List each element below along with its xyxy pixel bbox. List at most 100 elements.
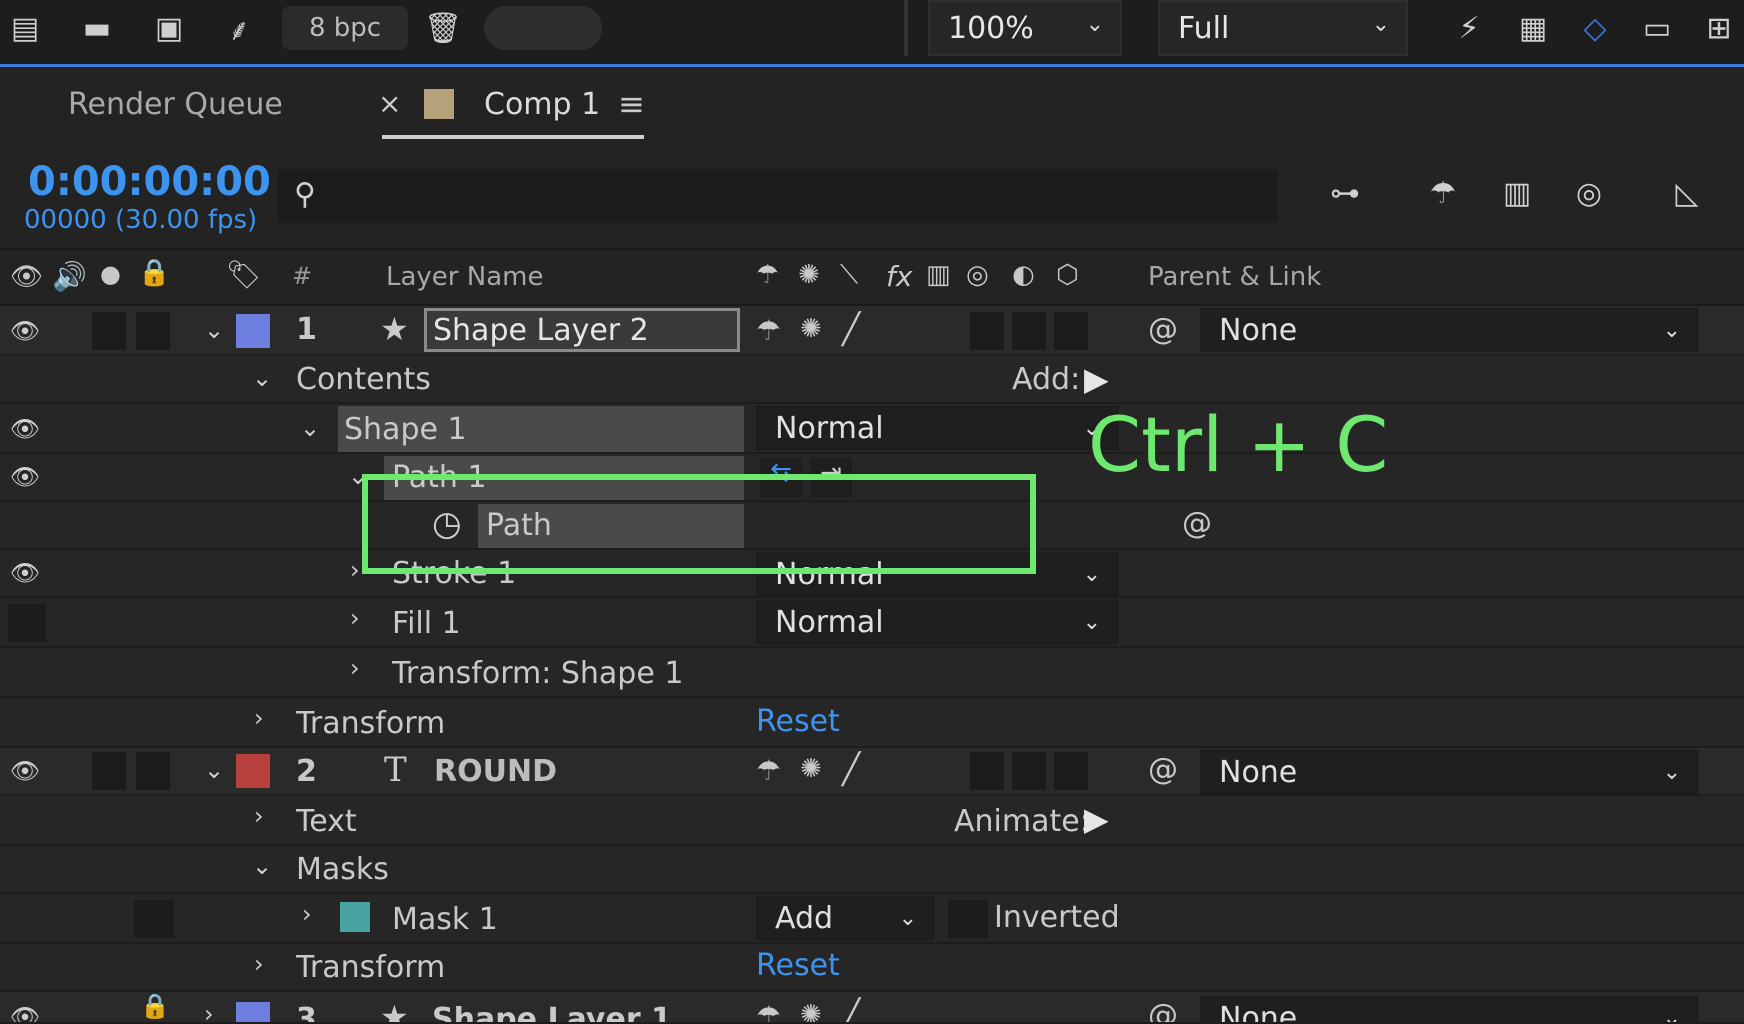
fast-preview-icon[interactable]: ⚡ bbox=[1446, 6, 1492, 50]
shape-blend-mode-dropdown[interactable]: Normal ⌄ bbox=[756, 406, 1118, 450]
inverted-checkbox[interactable] bbox=[948, 900, 988, 938]
chevron-down-icon[interactable]: ⌄ bbox=[252, 852, 272, 880]
frame-blend-switch-icon[interactable]: ▥ bbox=[926, 260, 951, 290]
shy-switch-icon[interactable]: ☂ bbox=[756, 1000, 781, 1022]
layer-1-transform-row[interactable]: › Transform Reset bbox=[0, 698, 1744, 748]
eye-icon[interactable]: 👁 bbox=[8, 556, 42, 590]
pick-whip-icon[interactable]: @ bbox=[1148, 998, 1178, 1022]
fill-1-row[interactable]: › Fill 1 Normal ⌄ bbox=[0, 598, 1744, 648]
layer-2-transform-row[interactable]: › Transform Reset bbox=[0, 944, 1744, 992]
toggle-pill[interactable] bbox=[484, 6, 602, 50]
eye-icon[interactable]: 👁 bbox=[8, 754, 42, 788]
feather-icon[interactable]: ⸙ bbox=[216, 6, 262, 50]
shy-switch-icon[interactable]: ☂ bbox=[756, 754, 781, 787]
motion-blur-toggle[interactable] bbox=[970, 312, 1004, 350]
audio-icon[interactable]: 🔊 bbox=[52, 260, 87, 293]
mask-visibility-icon[interactable]: ◇ bbox=[1572, 6, 1618, 50]
pick-whip-icon[interactable]: @ bbox=[1148, 752, 1178, 787]
pick-whip-icon[interactable]: @ bbox=[1148, 312, 1178, 347]
layer-row-1[interactable]: 👁 ⌄ 1 ★ Shape Layer 2 ☂ ✺ ╱ @ None ⌄ bbox=[0, 306, 1744, 356]
lock-toggle[interactable] bbox=[136, 752, 170, 790]
text-row[interactable]: › Text Animate: ▶ bbox=[0, 796, 1744, 846]
collapse-switch-icon[interactable]: ✺ bbox=[800, 314, 822, 344]
quality-switch-icon[interactable]: ⟍ bbox=[840, 260, 858, 291]
visibility-toggle-off[interactable] bbox=[8, 604, 46, 642]
shy-layers-icon[interactable]: ☂ bbox=[1420, 171, 1466, 215]
motion-blur-switch-icon[interactable]: ◎ bbox=[966, 260, 989, 290]
add-menu-button[interactable]: ▶ bbox=[1084, 360, 1109, 398]
collapse-switch-icon[interactable]: ✺ bbox=[800, 754, 822, 784]
trash-icon[interactable]: 🗑 bbox=[420, 6, 466, 50]
chevron-down-icon[interactable]: ⌄ bbox=[300, 414, 320, 442]
chevron-right-icon[interactable]: › bbox=[204, 1000, 214, 1022]
composition-icon[interactable]: ▣ bbox=[146, 6, 192, 50]
chevron-right-icon[interactable]: › bbox=[254, 802, 264, 830]
adjustment-toggle[interactable] bbox=[1012, 312, 1046, 350]
adjustment-switch-icon[interactable]: ◐ bbox=[1012, 260, 1035, 290]
lock-icon[interactable]: 🔒 bbox=[140, 992, 170, 1020]
resolution-dropdown[interactable]: Full ⌄ bbox=[1158, 0, 1408, 56]
chevron-right-icon[interactable]: › bbox=[254, 950, 264, 978]
collapse-switch-icon[interactable]: ✺ bbox=[800, 1000, 822, 1022]
eye-icon[interactable]: 👁 bbox=[10, 262, 43, 292]
motion-blur-toggle[interactable] bbox=[970, 752, 1004, 790]
quality-switch-icon[interactable]: ╱ bbox=[842, 752, 860, 787]
transform-shape-row[interactable]: › Transform: Shape 1 bbox=[0, 648, 1744, 698]
layer-color-label[interactable] bbox=[236, 754, 270, 788]
solo-icon[interactable]: ● bbox=[100, 260, 121, 288]
shy-switch-icon[interactable]: ☂ bbox=[756, 314, 781, 347]
comp-flowchart-icon[interactable]: ⊶ bbox=[1322, 171, 1368, 215]
reset-link[interactable]: Reset bbox=[756, 948, 840, 983]
chevron-right-icon[interactable]: › bbox=[350, 556, 360, 584]
chevron-down-icon[interactable]: ⌄ bbox=[204, 756, 224, 784]
solo-toggle[interactable] bbox=[92, 312, 126, 350]
parent-dropdown[interactable]: None ⌄ bbox=[1200, 750, 1698, 794]
parent-dropdown[interactable]: None ⌄ bbox=[1200, 996, 1698, 1022]
grid-guides-icon[interactable]: ⊞ bbox=[1696, 6, 1742, 50]
chevron-right-icon[interactable]: › bbox=[302, 900, 312, 928]
eye-icon[interactable]: 👁 bbox=[8, 1000, 42, 1022]
render-queue-icon[interactable]: ▤ bbox=[2, 6, 48, 50]
motion-blur-icon[interactable]: ◎ bbox=[1566, 171, 1612, 215]
current-time[interactable]: 0:00:00:00 bbox=[28, 159, 271, 205]
layer-name[interactable]: ROUND bbox=[434, 754, 557, 789]
lock-icon[interactable]: 🔒 bbox=[138, 258, 170, 288]
graph-editor-icon[interactable]: ◺ bbox=[1664, 171, 1710, 215]
fill-blend-mode-dropdown[interactable]: Normal ⌄ bbox=[756, 600, 1118, 644]
chevron-down-icon[interactable]: ⌄ bbox=[204, 316, 224, 344]
quality-switch-icon[interactable]: ╱ bbox=[842, 998, 860, 1022]
bpc-button[interactable]: 8 bpc bbox=[282, 6, 408, 50]
eye-icon[interactable]: 👁 bbox=[8, 460, 42, 494]
parent-dropdown[interactable]: None ⌄ bbox=[1200, 308, 1698, 352]
adjustment-toggle[interactable] bbox=[1012, 752, 1046, 790]
panel-menu-icon[interactable]: ≡ bbox=[618, 85, 645, 123]
label-tag-icon[interactable]: 🏷 bbox=[226, 258, 262, 291]
tab-render-queue[interactable]: Render Queue bbox=[68, 87, 283, 122]
eye-icon[interactable]: 👁 bbox=[8, 314, 42, 348]
shy-switch-icon[interactable]: ☂ bbox=[756, 260, 779, 290]
collapse-switch-icon[interactable]: ✺ bbox=[798, 260, 820, 290]
chevron-down-icon[interactable]: ⌄ bbox=[252, 364, 272, 392]
pick-whip-icon[interactable]: @ bbox=[1182, 506, 1212, 541]
zoom-dropdown[interactable]: 100% ⌄ bbox=[928, 0, 1122, 56]
solo-toggle[interactable] bbox=[92, 752, 126, 790]
mask-lock-toggle[interactable] bbox=[134, 900, 174, 938]
3d-layer-switch-icon[interactable]: ⬡ bbox=[1056, 260, 1079, 290]
masks-row[interactable]: ⌄ Masks bbox=[0, 846, 1744, 894]
layer-color-label[interactable] bbox=[236, 1002, 270, 1022]
layer-name-field[interactable]: Shape Layer 2 bbox=[424, 308, 740, 352]
layer-name[interactable]: Shape Layer 1 bbox=[432, 1002, 672, 1022]
tab-close-button[interactable]: × bbox=[378, 87, 401, 120]
eye-icon[interactable]: 👁 bbox=[8, 412, 42, 446]
quality-switch-icon[interactable]: ╱ bbox=[842, 312, 860, 347]
col-layer-name[interactable]: Layer Name bbox=[386, 262, 543, 292]
chevron-right-icon[interactable]: › bbox=[350, 604, 360, 632]
mask-1-row[interactable]: › Mask 1 Add ⌄ Inverted bbox=[0, 894, 1744, 944]
shape-1-row[interactable]: 👁 ⌄ Shape 1 Normal ⌄ bbox=[0, 404, 1744, 454]
mask-color-label[interactable] bbox=[340, 902, 370, 932]
chevron-right-icon[interactable]: › bbox=[254, 704, 264, 732]
transparency-grid-icon[interactable]: ▦ bbox=[1510, 6, 1556, 50]
search-input[interactable]: ⚲ bbox=[278, 169, 1278, 223]
animate-menu-button[interactable]: ▶ bbox=[1084, 800, 1109, 838]
lock-toggle[interactable] bbox=[136, 312, 170, 350]
